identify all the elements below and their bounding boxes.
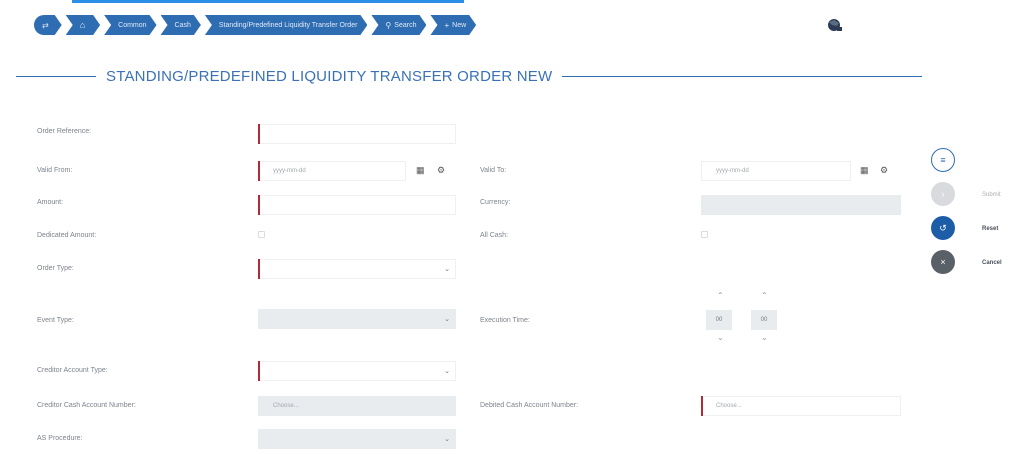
chevron-down-icon: ⌄	[444, 368, 450, 375]
chevron-down-icon: ⌄	[444, 316, 450, 323]
valid-to-label: Valid To:	[480, 167, 507, 174]
dedicated-amount-checkbox[interactable]	[258, 231, 265, 238]
valid-to-placeholder: yyyy-mm-dd	[716, 168, 749, 174]
breadcrumb-label: New	[452, 21, 467, 29]
hours-up-icon[interactable]: ⌃	[717, 291, 724, 300]
order-reference-label: Order Reference:	[37, 128, 92, 135]
order-type-select[interactable]: ⌄	[258, 259, 456, 279]
minutes-up-icon[interactable]: ⌃	[761, 291, 768, 300]
cancel-label: Cancel	[982, 260, 1002, 266]
globe-icon[interactable]	[825, 17, 843, 37]
breadcrumb-home[interactable]: ⌂	[66, 15, 100, 35]
breadcrumb-label: Cash	[174, 21, 191, 29]
breadcrumb-label: Search	[394, 21, 417, 29]
order-reference-input[interactable]	[258, 124, 456, 144]
calendar-icon[interactable]: ▦	[860, 165, 869, 176]
breadcrumb-label: Common	[118, 21, 147, 29]
dedicated-amount-label: Dedicated Amount:	[37, 232, 97, 239]
reset-label: Reset	[982, 226, 999, 232]
debited-cash-account-number-input[interactable]: Choose...	[701, 396, 901, 416]
home-icon: ⌂	[79, 20, 86, 30]
order-type-label: Order Type:	[37, 265, 74, 272]
currency-input	[701, 195, 901, 215]
as-procedure-label: AS Procedure:	[37, 435, 83, 442]
amount-input[interactable]	[258, 195, 456, 215]
title-rule-right	[562, 75, 922, 77]
calendar-icon[interactable]: ▦	[416, 165, 425, 176]
amount-label: Amount:	[37, 199, 64, 206]
currency-label: Currency:	[480, 199, 511, 206]
gear-icon[interactable]: ⚙	[437, 165, 445, 176]
cancel-button[interactable]: ×	[931, 250, 955, 274]
top-highlight-bar	[72, 0, 464, 3]
execution-time-label: Execution Time:	[480, 317, 530, 324]
creditor-account-type-select[interactable]: ⌄	[258, 361, 456, 381]
execution-hours-input[interactable]: 00	[706, 310, 732, 330]
reset-button[interactable]: ↺	[931, 216, 955, 240]
event-type-label: Event Type:	[37, 317, 74, 324]
breadcrumb-search[interactable]: ⚲ Search	[371, 15, 426, 35]
chevron-down-icon: ⌄	[444, 266, 450, 273]
submit-label: Submit	[982, 192, 1001, 198]
creditor-account-type-label: Creditor Account Type:	[37, 367, 108, 374]
search-icon: ⚲	[385, 20, 392, 30]
submit-button[interactable]: ›	[931, 182, 955, 206]
breadcrumb: ⇄ ⌂ Common Cash Standing/Predefined Liqu…	[34, 14, 480, 36]
valid-from-label: Valid From:	[37, 167, 73, 174]
execution-minutes-input[interactable]: 00	[751, 310, 777, 330]
breadcrumb-liquidity-transfer-order[interactable]: Standing/Predefined Liquidity Transfer O…	[205, 15, 368, 35]
back-icon: ⇄	[42, 20, 49, 30]
submit-icon: ›	[941, 189, 945, 199]
cancel-icon: ×	[940, 257, 946, 267]
creditor-cash-account-number-label: Creditor Cash Account Number:	[37, 402, 136, 409]
valid-from-placeholder: yyyy-mm-dd	[273, 168, 306, 174]
chevron-down-icon: ⌄	[444, 436, 450, 443]
all-cash-label: All Cash:	[480, 232, 509, 239]
breadcrumb-common[interactable]: Common	[104, 15, 156, 35]
as-procedure-select: ⌄	[258, 429, 456, 449]
menu-button[interactable]: ≡	[931, 148, 955, 172]
breadcrumb-cash[interactable]: Cash	[161, 15, 201, 35]
menu-icon: ≡	[940, 155, 946, 165]
breadcrumb-label: Standing/Predefined Liquidity Transfer O…	[218, 21, 358, 29]
valid-to-input[interactable]: yyyy-mm-dd	[701, 161, 851, 181]
hours-down-icon[interactable]: ⌄	[717, 333, 724, 342]
breadcrumb-new[interactable]: + New	[430, 15, 476, 35]
creditor-cash-account-placeholder: Choose...	[273, 403, 299, 409]
page-title: STANDING/PREDEFINED LIQUIDITY TRANSFER O…	[106, 67, 553, 85]
minutes-down-icon[interactable]: ⌄	[761, 333, 768, 342]
breadcrumb-back[interactable]: ⇄	[34, 15, 62, 35]
event-type-select: ⌄	[258, 309, 456, 329]
all-cash-checkbox[interactable]	[701, 231, 708, 238]
valid-from-input[interactable]: yyyy-mm-dd	[258, 161, 406, 181]
reset-icon: ↺	[939, 222, 947, 233]
title-rule-left	[16, 75, 96, 77]
debited-cash-account-placeholder: Choose...	[716, 403, 742, 409]
page-title-row: STANDING/PREDEFINED LIQUIDITY TRANSFER O…	[16, 66, 922, 86]
debited-cash-account-number-label: Debited Cash Account Number:	[480, 402, 579, 409]
gear-icon[interactable]: ⚙	[880, 165, 888, 176]
plus-icon: +	[444, 20, 450, 30]
creditor-cash-account-number-input: Choose...	[258, 396, 456, 416]
